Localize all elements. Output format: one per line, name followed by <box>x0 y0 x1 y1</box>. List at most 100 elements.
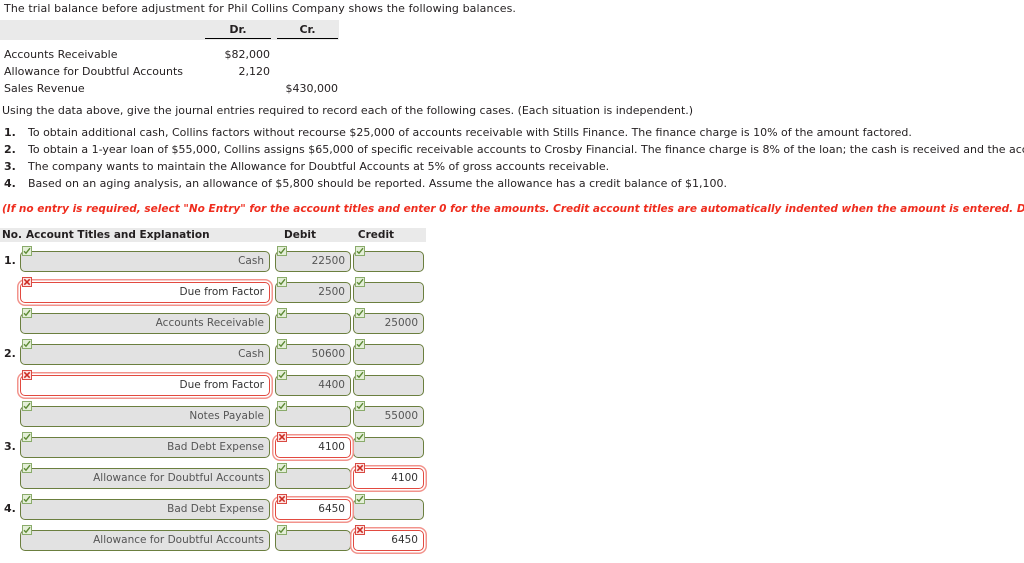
account-input[interactable]: Cash <box>20 344 270 365</box>
cross-icon <box>355 525 365 535</box>
case-number: 4. <box>4 177 16 190</box>
instructions-lead: Using the data above, give the journal e… <box>2 104 694 117</box>
entry-number: 4. <box>4 502 16 515</box>
entry-number: 2. <box>4 347 16 360</box>
cross-icon <box>277 432 287 442</box>
check-icon <box>355 277 365 287</box>
account-value: Notes Payable <box>189 410 264 422</box>
credit-value: 6450 <box>391 534 418 546</box>
column-header-account: Account Titles and Explanation <box>26 229 210 241</box>
trial-balance-col-dr: Dr. <box>205 23 271 39</box>
case-text: To obtain a 1-year loan of $55,000, Coll… <box>28 143 1024 156</box>
cross-icon <box>22 370 32 380</box>
account-input[interactable]: Allowance for Doubtful Accounts <box>20 468 270 489</box>
table-row: Accounts Receivable $82,000 <box>0 45 339 62</box>
debit-value: 6450 <box>318 503 345 515</box>
check-icon <box>355 401 365 411</box>
check-icon <box>355 308 365 318</box>
entry-instructions-note: (If no entry is required, select "No Ent… <box>2 203 1024 215</box>
intro-paragraph: The trial balance before adjustment for … <box>4 2 517 15</box>
case-text: Based on an aging analysis, an allowance… <box>28 177 727 190</box>
account-input[interactable]: Bad Debt Expense <box>20 437 270 458</box>
check-icon <box>277 401 287 411</box>
account-value: Bad Debt Expense <box>167 441 264 453</box>
case-number: 1. <box>4 126 16 139</box>
account-input[interactable]: Bad Debt Expense <box>20 499 270 520</box>
check-icon <box>22 308 32 318</box>
column-header-debit: Debit <box>284 229 316 241</box>
journal-entry-table: No. Account Titles and Explanation Debit… <box>0 228 426 552</box>
check-icon <box>22 432 32 442</box>
check-icon <box>277 246 287 256</box>
journal-entry-row: 2. Cash 50600 <box>0 335 426 366</box>
check-icon <box>277 370 287 380</box>
account-value: Cash <box>238 255 264 267</box>
check-icon <box>277 339 287 349</box>
check-icon <box>277 308 287 318</box>
journal-entry-row: Allowance for Doubtful Accounts 6450 <box>0 521 426 552</box>
account-value: Allowance for Doubtful Accounts <box>93 472 264 484</box>
account-input[interactable]: Due from Factor <box>20 282 270 303</box>
table-row: Sales Revenue $430,000 <box>0 79 339 96</box>
check-icon <box>355 246 365 256</box>
trial-balance-dr-value: $82,000 <box>224 48 271 61</box>
journal-entry-row: Allowance for Doubtful Accounts 4100 <box>0 459 426 490</box>
debit-value: 22500 <box>311 255 345 267</box>
check-icon <box>22 246 32 256</box>
trial-balance-header-row: Dr. Cr. <box>0 20 339 40</box>
case-list: 1. To obtain additional cash, Collins fa… <box>0 126 1024 194</box>
account-input[interactable]: Due from Factor <box>20 375 270 396</box>
debit-value: 50600 <box>311 348 345 360</box>
account-input[interactable]: Allowance for Doubtful Accounts <box>20 530 270 551</box>
case-text: The company wants to maintain the Allowa… <box>28 160 610 173</box>
account-value: Bad Debt Expense <box>167 503 264 515</box>
journal-entry-row: Due from Factor 2500 <box>0 273 426 304</box>
account-value: Due from Factor <box>179 379 264 391</box>
account-input[interactable]: Cash <box>20 251 270 272</box>
case-text: To obtain additional cash, Collins facto… <box>28 126 912 139</box>
list-item: 1. To obtain additional cash, Collins fa… <box>0 126 1024 143</box>
account-input[interactable]: Notes Payable <box>20 406 270 427</box>
check-icon <box>355 370 365 380</box>
entry-number: 1. <box>4 254 16 267</box>
check-icon <box>355 494 365 504</box>
cross-icon <box>22 277 32 287</box>
column-header-credit: Credit <box>357 229 395 241</box>
check-icon <box>22 525 32 535</box>
credit-value: 4100 <box>391 472 418 484</box>
check-icon <box>22 463 32 473</box>
journal-entry-row: 1. Cash 22500 <box>0 242 426 273</box>
journal-entry-row: 4. Bad Debt Expense 6450 <box>0 490 426 521</box>
account-value: Accounts Receivable <box>155 317 264 329</box>
credit-value: 25000 <box>384 317 418 329</box>
list-item: 2. To obtain a 1-year loan of $55,000, C… <box>0 143 1024 160</box>
trial-balance-account-label: Sales Revenue <box>4 82 85 95</box>
list-item: 3. The company wants to maintain the All… <box>0 160 1024 177</box>
cross-icon <box>277 494 287 504</box>
column-header-no: No. <box>2 229 22 241</box>
check-icon <box>277 463 287 473</box>
trial-balance-dr-value: 2,120 <box>238 65 271 78</box>
case-number: 2. <box>4 143 16 156</box>
entry-number: 3. <box>4 440 16 453</box>
case-number: 3. <box>4 160 16 173</box>
check-icon <box>355 432 365 442</box>
journal-entry-row: Accounts Receivable 25000 <box>0 304 426 335</box>
check-icon <box>22 494 32 504</box>
check-icon <box>22 401 32 411</box>
account-value: Due from Factor <box>179 286 264 298</box>
table-row: Allowance for Doubtful Accounts 2,120 <box>0 62 339 79</box>
debit-value: 4100 <box>318 441 345 453</box>
account-input[interactable]: Accounts Receivable <box>20 313 270 334</box>
account-value: Allowance for Doubtful Accounts <box>93 534 264 546</box>
check-icon <box>22 339 32 349</box>
check-icon <box>277 277 287 287</box>
trial-balance-table: Dr. Cr. Accounts Receivable $82,000 Allo… <box>0 20 339 96</box>
journal-header-row: No. Account Titles and Explanation Debit… <box>0 228 426 242</box>
journal-entry-row: 3. Bad Debt Expense 4100 <box>0 428 426 459</box>
list-item: 4. Based on an aging analysis, an allowa… <box>0 177 1024 194</box>
cross-icon <box>355 463 365 473</box>
check-icon <box>277 525 287 535</box>
account-value: Cash <box>238 348 264 360</box>
debit-value: 2500 <box>318 286 345 298</box>
